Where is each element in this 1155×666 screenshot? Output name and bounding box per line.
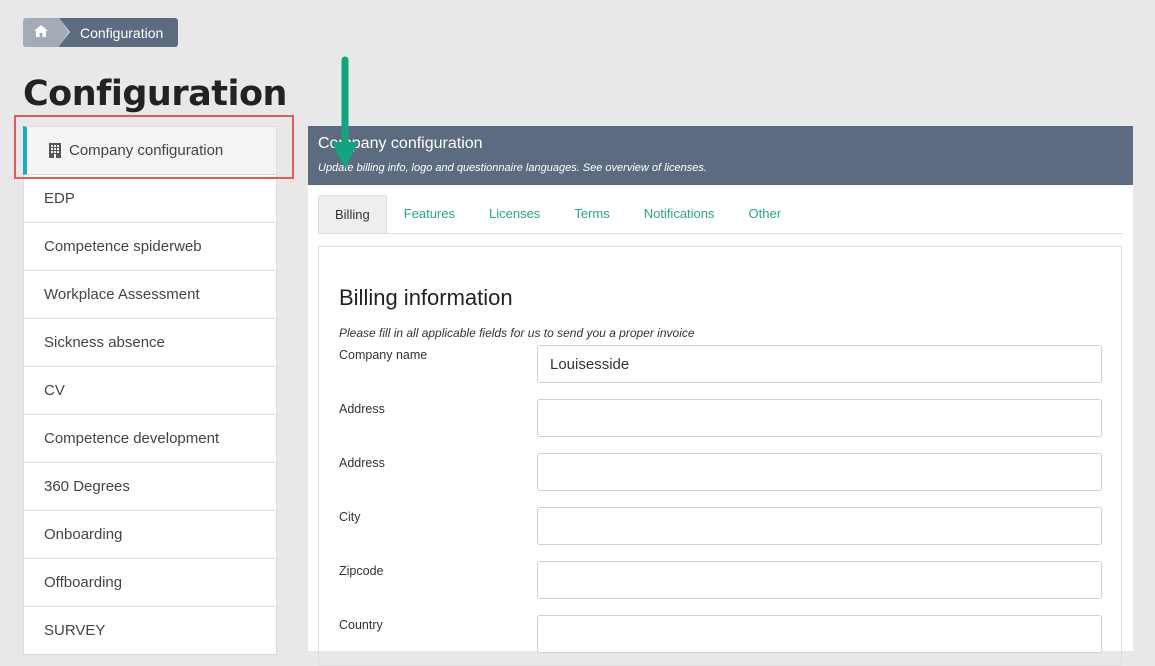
- breadcrumb-home[interactable]: [23, 18, 69, 47]
- sidebar: Company configuration EDP Competence spi…: [23, 126, 277, 655]
- company-name-input[interactable]: [537, 345, 1102, 383]
- address-label: Address: [339, 402, 385, 416]
- tab-licenses[interactable]: Licenses: [472, 195, 557, 233]
- zipcode-input[interactable]: [537, 561, 1102, 599]
- panel-subtitle: Update billing info, logo and questionna…: [318, 162, 707, 174]
- page-title: Configuration: [23, 74, 287, 114]
- sidebar-item-survey[interactable]: SURVEY: [23, 607, 277, 655]
- sidebar-item-competence-development[interactable]: Competence development: [23, 415, 277, 463]
- company-configuration-panel: Company configuration Update billing inf…: [308, 126, 1133, 666]
- address-2-label: Address: [339, 456, 385, 470]
- address-2-input[interactable]: [537, 453, 1102, 491]
- home-icon: [34, 24, 48, 42]
- sidebar-item-workplace-assessment[interactable]: Workplace Assessment: [23, 271, 277, 319]
- sidebar-item-company-configuration[interactable]: Company configuration: [23, 126, 277, 175]
- tab-other[interactable]: Other: [732, 195, 799, 233]
- sidebar-item-onboarding[interactable]: Onboarding: [23, 511, 277, 559]
- form-note: Please fill in all applicable fields for…: [339, 326, 695, 340]
- breadcrumb-current[interactable]: Configuration: [59, 18, 179, 47]
- sidebar-item-cv[interactable]: CV: [23, 367, 277, 415]
- panel-header: Company configuration Update billing inf…: [308, 126, 1133, 185]
- country-label: Country: [339, 618, 383, 632]
- billing-form: Billing information Please fill in all a…: [318, 246, 1122, 666]
- sidebar-item-offboarding[interactable]: Offboarding: [23, 559, 277, 607]
- sidebar-item-competence-spiderweb[interactable]: Competence spiderweb: [23, 223, 277, 271]
- sidebar-item-360-degrees[interactable]: 360 Degrees: [23, 463, 277, 511]
- building-icon: [49, 143, 61, 158]
- city-label: City: [339, 510, 361, 524]
- country-input[interactable]: [537, 615, 1102, 653]
- panel-title: Company configuration: [318, 135, 483, 152]
- city-input[interactable]: [537, 507, 1102, 545]
- zipcode-label: Zipcode: [339, 564, 384, 578]
- tab-bar: Billing Features Licenses Terms Notifica…: [318, 195, 1123, 234]
- sidebar-item-edp[interactable]: EDP: [23, 175, 277, 223]
- breadcrumb: Configuration: [23, 18, 179, 47]
- sidebar-item-label: Company configuration: [69, 142, 224, 159]
- address-input[interactable]: [537, 399, 1102, 437]
- tab-terms[interactable]: Terms: [557, 195, 626, 233]
- tab-billing[interactable]: Billing: [318, 195, 387, 233]
- sidebar-item-sickness-absence[interactable]: Sickness absence: [23, 319, 277, 367]
- tab-notifications[interactable]: Notifications: [627, 195, 732, 233]
- tab-features[interactable]: Features: [387, 195, 472, 233]
- company-name-label: Company name: [339, 348, 428, 362]
- form-heading: Billing information: [339, 285, 513, 310]
